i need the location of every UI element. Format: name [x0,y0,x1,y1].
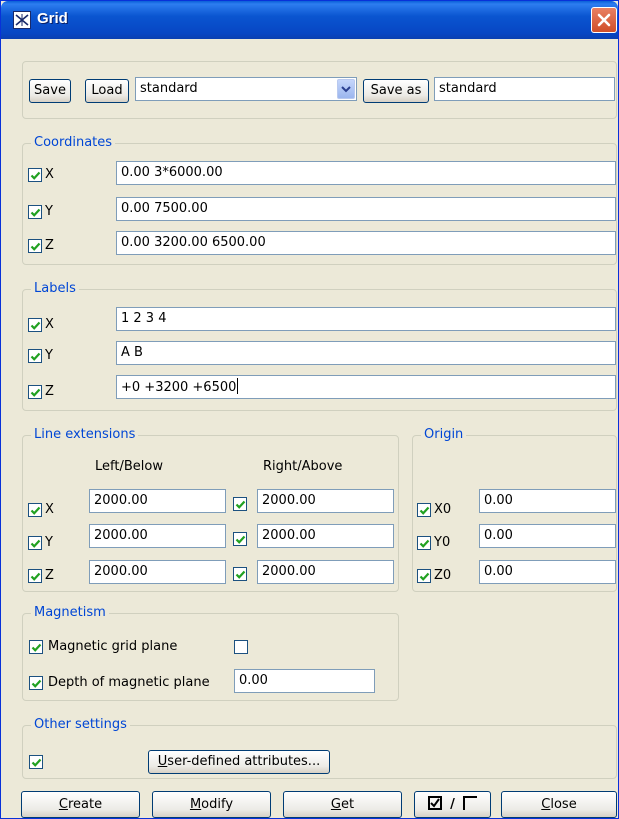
save-button[interactable]: Save [29,79,71,103]
origin-x0-label: X0 [434,502,452,517]
labels-legend: Labels [31,281,79,297]
labels-x-input[interactable]: 1 2 3 4 [116,307,616,331]
labels-x-label: X [45,317,54,332]
chevron-down-icon[interactable] [337,79,355,99]
magnetic-grid-plane-label: Magnetic grid plane [48,639,178,654]
title-bar[interactable]: Grid [1,1,618,39]
depth-magnetic-plane-label: Depth of magnetic plane [48,675,210,690]
left-below-header: Left/Below [95,459,163,474]
depth-magnetic-plane-input[interactable]: 0.00 [234,669,375,693]
origin-legend: Origin [421,427,467,443]
line-ext-y-right-checkbox[interactable] [233,532,247,546]
origin-z0-input[interactable]: 0.00 [479,560,616,584]
labels-z-input[interactable]: +0 +3200 +6500 [116,375,616,399]
get-button[interactable]: Get [283,791,402,818]
line-ext-z-checkbox[interactable] [28,569,42,583]
window-title: Grid [37,10,68,27]
coordinates-z-input[interactable]: 0.00 3200.00 6500.00 [116,231,616,255]
close-icon[interactable] [591,7,617,33]
line-ext-y-label: Y [45,535,53,550]
coordinates-y-checkbox[interactable] [28,205,42,219]
line-ext-x-checkbox[interactable] [28,503,42,517]
origin-x0-checkbox[interactable] [417,503,431,517]
depth-magnetic-plane-checkbox[interactable] [29,676,43,690]
close-button[interactable]: Close [501,791,617,818]
line-extensions-legend: Line extensions [31,427,139,443]
other-settings-legend: Other settings [31,717,130,733]
coordinates-x-input[interactable]: 0.00 3*6000.00 [116,161,616,185]
labels-y-checkbox[interactable] [28,349,42,363]
coordinates-x-label: X [45,167,54,182]
origin-z0-checkbox[interactable] [417,569,431,583]
coordinates-legend: Coordinates [31,135,116,151]
grid-dialog: Grid Save Load standard Save as standard… [0,0,619,819]
coordinates-y-input[interactable]: 0.00 7500.00 [116,197,616,221]
line-ext-x-right-input[interactable]: 2000.00 [257,489,394,513]
magnetic-grid-plane-value-checkbox[interactable] [234,640,248,654]
line-ext-y-right-input[interactable]: 2000.00 [257,524,394,548]
labels-x-checkbox[interactable] [28,318,42,332]
coordinates-z-checkbox[interactable] [28,239,42,253]
other-settings-checkbox[interactable] [29,755,43,769]
magnetic-grid-plane-checkbox[interactable] [29,640,43,654]
load-button[interactable]: Load [85,79,129,103]
grid-app-icon [13,11,31,29]
right-above-header: Right/Above [263,459,343,474]
line-ext-z-right-input[interactable]: 2000.00 [257,560,394,584]
labels-y-input[interactable]: A B [116,341,616,365]
preset-selected-value: standard [140,81,198,96]
coordinates-x-checkbox[interactable] [28,168,42,182]
line-ext-z-right-checkbox[interactable] [233,567,247,581]
origin-x0-input[interactable]: 0.00 [479,489,616,513]
labels-z-value: +0 +3200 +6500 [121,380,237,395]
line-ext-x-label: X [45,502,54,517]
line-ext-z-label: Z [45,568,54,583]
line-ext-x-right-checkbox[interactable] [233,497,247,511]
coordinates-z-label: Z [45,238,54,253]
toggle-all-button[interactable]: / [414,791,491,818]
create-button[interactable]: Create [21,791,140,818]
line-ext-x-left-input[interactable]: 2000.00 [89,489,226,513]
save-as-button[interactable]: Save as [363,79,429,103]
unchecked-box-icon [463,795,478,810]
checked-box-icon [427,795,442,810]
labels-y-label: Y [45,348,53,363]
preset-combobox[interactable]: standard [135,77,357,101]
origin-y0-label: Y0 [434,535,451,550]
user-defined-attributes-button[interactable]: User-defined attributes... [148,750,330,774]
line-ext-y-checkbox[interactable] [28,536,42,550]
origin-y0-checkbox[interactable] [417,536,431,550]
labels-z-checkbox[interactable] [28,385,42,399]
magnetism-legend: Magnetism [31,605,109,621]
save-as-input[interactable]: standard [434,77,615,101]
text-caret [237,378,239,394]
origin-y0-input[interactable]: 0.00 [479,524,616,548]
line-ext-y-left-input[interactable]: 2000.00 [89,524,226,548]
labels-z-label: Z [45,384,54,399]
modify-button[interactable]: Modify [152,791,271,818]
origin-z0-label: Z0 [434,568,452,583]
line-ext-z-left-input[interactable]: 2000.00 [89,560,226,584]
coordinates-y-label: Y [45,204,53,219]
